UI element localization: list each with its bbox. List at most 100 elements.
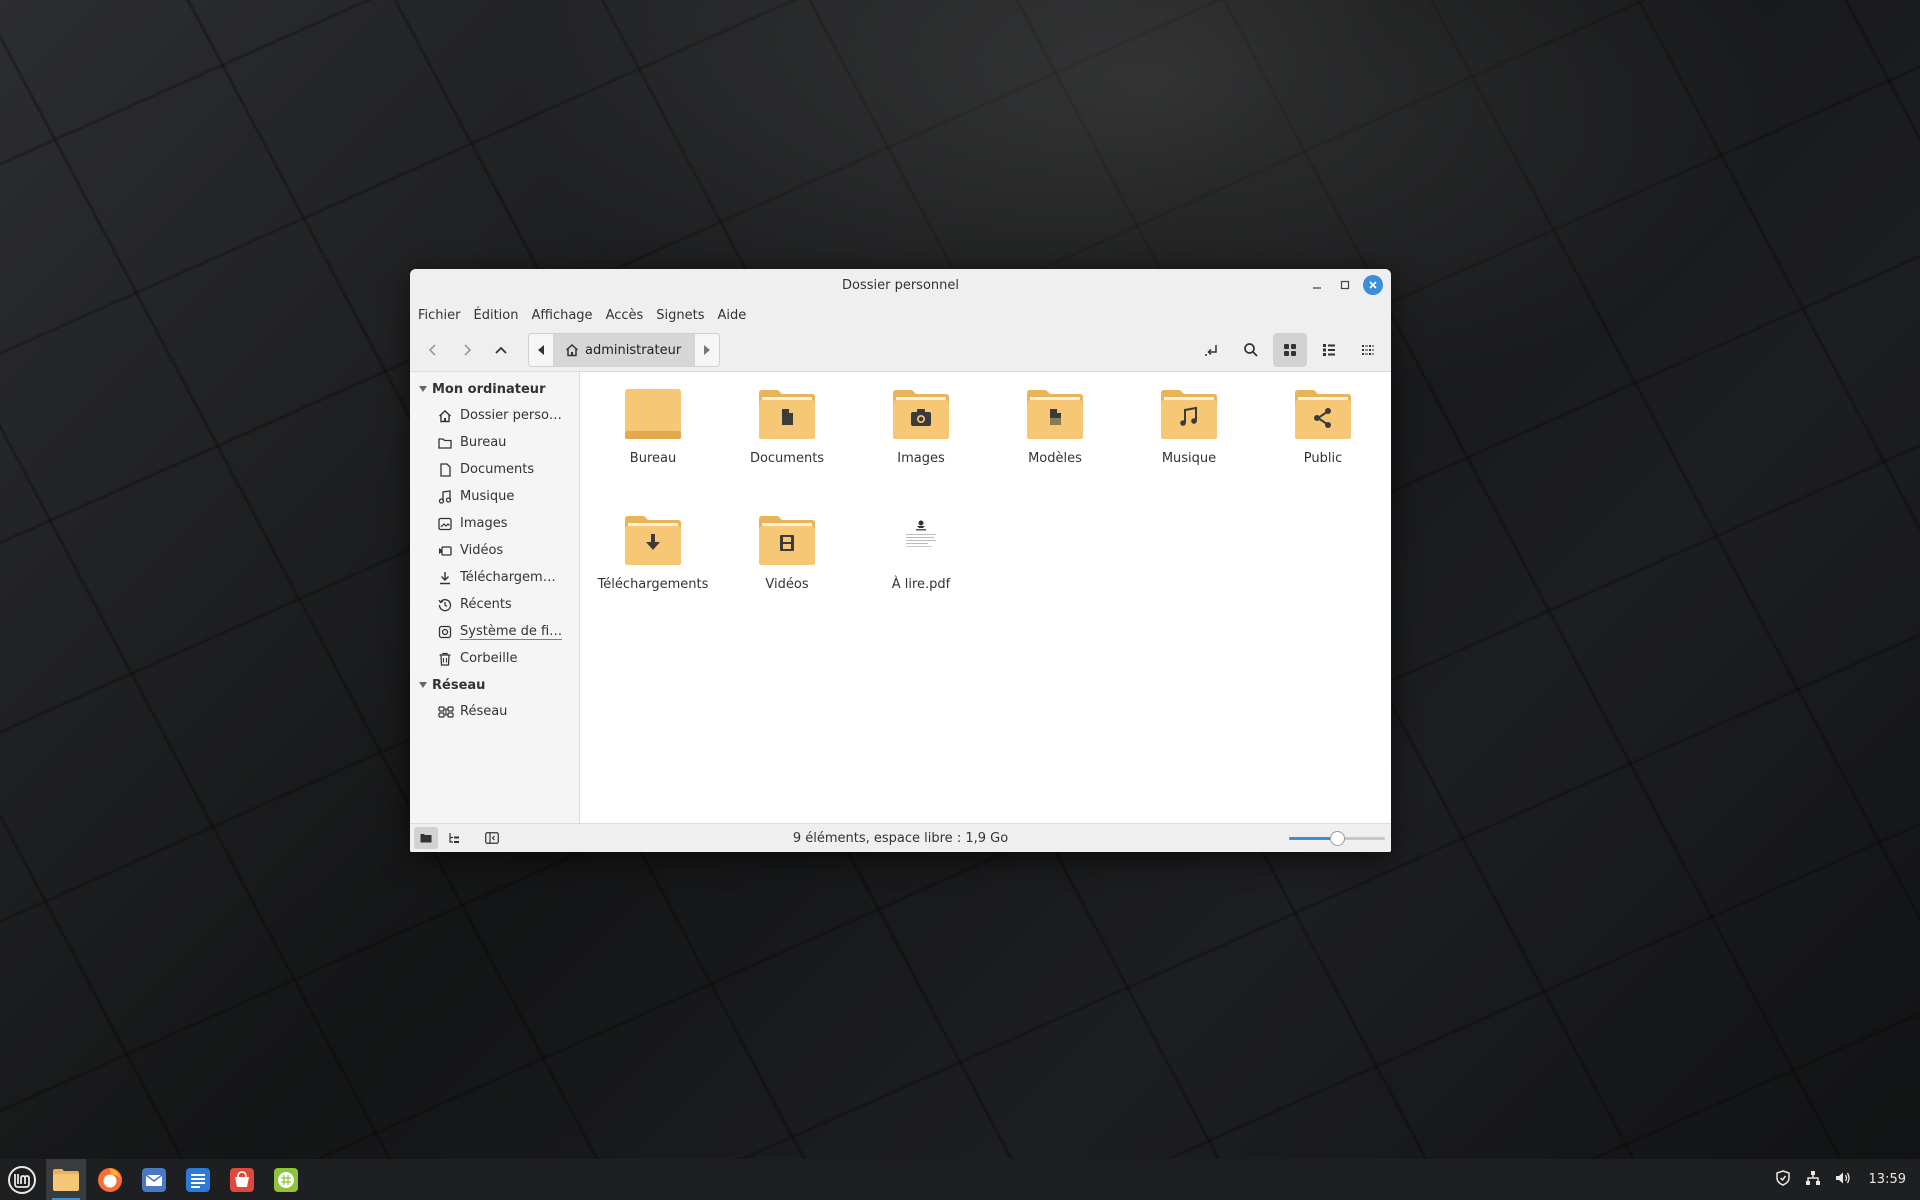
- sidebar-item-label: Images: [460, 516, 508, 531]
- taskbar-files-button[interactable]: [46, 1159, 86, 1200]
- file-name: Vidéos: [765, 577, 809, 592]
- up-button[interactable]: [484, 333, 518, 367]
- icon-view-button[interactable]: [1273, 333, 1307, 367]
- folder-desktop-icon: [623, 386, 683, 442]
- taskbar-calc-button[interactable]: [266, 1159, 306, 1200]
- menu-edition[interactable]: Édition: [474, 308, 519, 323]
- sidebar-item-label: Dossier perso…: [460, 408, 562, 423]
- path-segment-home[interactable]: administrateur: [553, 334, 696, 366]
- menu-acces[interactable]: Accès: [606, 308, 644, 323]
- file-item-videos[interactable]: Vidéos: [720, 512, 854, 638]
- zoom-slider[interactable]: [1289, 831, 1385, 846]
- toggle-sidebar-button[interactable]: [480, 827, 504, 849]
- sidebar-section-computer[interactable]: Mon ordinateur: [410, 376, 579, 402]
- file-item-telechargements[interactable]: Téléchargements: [586, 512, 720, 638]
- volume-icon[interactable]: [1835, 1170, 1851, 1190]
- tree-view-icon: [449, 833, 459, 843]
- file-view[interactable]: Bureau Documents Images Modèles Musique …: [580, 372, 1391, 823]
- file-item-public[interactable]: Public: [1256, 386, 1390, 512]
- forward-button[interactable]: [450, 333, 484, 367]
- pdf-thumbnail-icon: [891, 512, 951, 568]
- video-icon: [438, 544, 456, 558]
- list-view-button[interactable]: [1312, 333, 1346, 367]
- sidebar-item-videos[interactable]: Vidéos: [410, 537, 579, 564]
- file-item-modeles[interactable]: Modèles: [988, 386, 1122, 512]
- sidebar: Mon ordinateur Dossier perso… Bureau Doc…: [410, 372, 580, 823]
- file-item-musique[interactable]: Musique: [1122, 386, 1256, 512]
- sidebar-item-label: Système de fi…: [460, 623, 563, 640]
- file-name: Téléchargements: [597, 577, 709, 592]
- sidebar-section-network[interactable]: Réseau: [410, 672, 579, 698]
- compact-view-icon: [1362, 345, 1374, 355]
- folder-documents-icon: [757, 386, 817, 442]
- grid-view-icon: [1284, 344, 1296, 356]
- trash-icon: [438, 652, 456, 666]
- sidebar-item-label: Récents: [460, 597, 512, 612]
- minimize-button[interactable]: [1307, 275, 1327, 295]
- music-icon: [438, 489, 456, 504]
- sidebar-item-trash[interactable]: Corbeille: [410, 645, 579, 672]
- back-button[interactable]: [416, 333, 450, 367]
- show-places-button[interactable]: [414, 827, 438, 849]
- file-name: À lire.pdf: [891, 577, 951, 592]
- path-bar: administrateur: [528, 333, 721, 367]
- file-name: Images: [897, 451, 945, 466]
- sidebar-item-documents[interactable]: Documents: [410, 456, 579, 483]
- sidebar-item-downloads[interactable]: Téléchargem…: [410, 564, 579, 591]
- file-name: Bureau: [629, 451, 677, 466]
- path-scroll-right-button[interactable]: [695, 334, 719, 366]
- taskbar: 13:59: [0, 1159, 1920, 1200]
- minimize-icon: [1313, 287, 1321, 289]
- window-title: Dossier personnel: [841, 277, 959, 293]
- sidebar-item-home[interactable]: Dossier perso…: [410, 402, 579, 429]
- toggle-location-entry-button[interactable]: [1195, 333, 1229, 367]
- folder-videos-icon: [757, 512, 817, 568]
- mint-menu-icon: [8, 1165, 36, 1194]
- title-bar[interactable]: Dossier personnel: [410, 269, 1391, 301]
- mint-menu-button[interactable]: [2, 1159, 42, 1200]
- close-button[interactable]: [1363, 275, 1383, 295]
- file-item-images[interactable]: Images: [854, 386, 988, 512]
- show-treeview-button[interactable]: [442, 827, 466, 849]
- chevron-up-icon: [495, 346, 507, 354]
- menu-aide[interactable]: Aide: [718, 308, 747, 323]
- home-icon: [565, 343, 579, 357]
- firefox-icon: [98, 1167, 122, 1192]
- clock[interactable]: 13:59: [1869, 1172, 1906, 1187]
- sidebar-item-filesystem[interactable]: Système de fi…: [410, 618, 579, 645]
- sidebar-item-label: Documents: [460, 462, 535, 477]
- image-icon: [438, 517, 456, 531]
- files-icon: [53, 1168, 79, 1191]
- sidebar-item-label: Musique: [460, 489, 515, 504]
- sidebar-item-network[interactable]: Réseau: [410, 698, 579, 725]
- taskbar-firefox-button[interactable]: [90, 1159, 130, 1200]
- taskbar-mail-button[interactable]: [134, 1159, 174, 1200]
- file-item-bureau[interactable]: Bureau: [586, 386, 720, 512]
- sidebar-item-music[interactable]: Musique: [410, 483, 579, 510]
- path-scroll-left-button[interactable]: [529, 334, 553, 366]
- sidebar-item-label: Vidéos: [460, 543, 504, 558]
- taskbar-store-button[interactable]: [222, 1159, 262, 1200]
- history-icon: [438, 598, 456, 612]
- file-item-documents[interactable]: Documents: [720, 386, 854, 512]
- sidebar-item-desktop[interactable]: Bureau: [410, 429, 579, 456]
- drive-icon: [438, 625, 456, 639]
- path-segment-label: administrateur: [585, 342, 682, 358]
- zoom-slider-handle[interactable]: [1330, 831, 1345, 846]
- search-button[interactable]: [1234, 333, 1268, 367]
- sidebar-item-recent[interactable]: Récents: [410, 591, 579, 618]
- system-tray: 13:59: [1775, 1159, 1906, 1200]
- menu-affichage[interactable]: Affichage: [531, 308, 592, 323]
- search-icon: [1244, 343, 1258, 357]
- shield-icon[interactable]: [1775, 1169, 1791, 1190]
- menu-signets[interactable]: Signets: [656, 308, 704, 323]
- sidebar-toggle-icon: [485, 832, 499, 844]
- maximize-button[interactable]: [1335, 275, 1355, 295]
- download-icon: [438, 571, 456, 585]
- file-item-pdf[interactable]: À lire.pdf: [854, 512, 988, 638]
- compact-view-button[interactable]: [1351, 333, 1385, 367]
- network-icon[interactable]: [1805, 1170, 1821, 1190]
- menu-fichier[interactable]: Fichier: [418, 308, 461, 323]
- sidebar-item-images[interactable]: Images: [410, 510, 579, 537]
- taskbar-writer-button[interactable]: [178, 1159, 218, 1200]
